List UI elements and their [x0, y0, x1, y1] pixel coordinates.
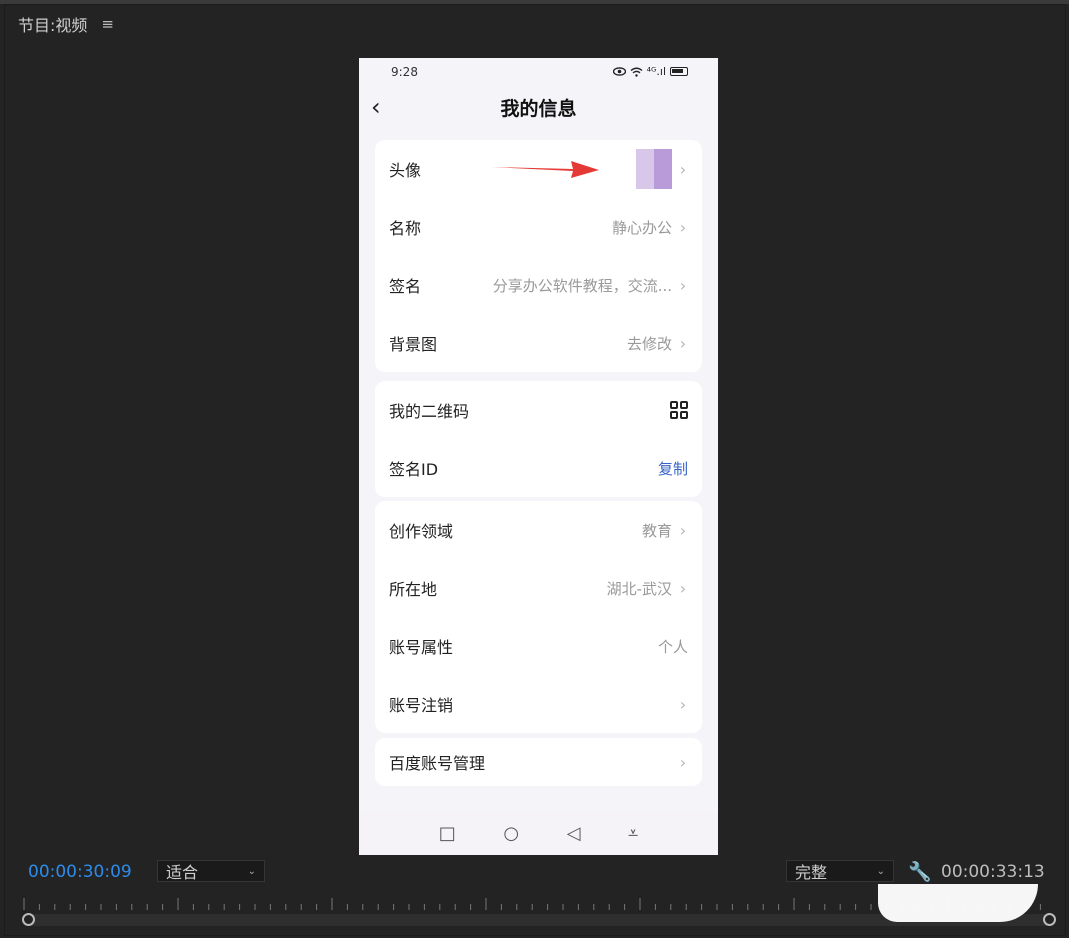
recent-apps-icon[interactable]: □ — [439, 823, 456, 844]
row-qrcode[interactable]: 我的二维码 — [375, 381, 702, 439]
page-title: 我的信息 — [500, 98, 577, 120]
row-location[interactable]: 所在地 湖北-武汉 › — [375, 559, 702, 617]
wifi-icon — [630, 67, 643, 77]
quality-dropdown[interactable]: 完整 ⌄ — [786, 860, 894, 882]
phone-screen: 9:28 ⁴ᴳ.ıl ‹ 我的信息 头像 › 名称 静心办公 › 签名 分享办公软… — [359, 58, 718, 855]
baidu-card: 百度账号管理 › — [375, 738, 702, 786]
row-background[interactable]: 背景图 去修改 › — [375, 314, 702, 372]
scroll-handle-right[interactable] — [1043, 913, 1056, 926]
chevron-down-icon: ⌄ — [247, 865, 256, 877]
chevron-right-icon: › — [679, 217, 687, 237]
row-value: 个人 — [657, 637, 688, 656]
row-value: 教育 — [641, 521, 672, 540]
battery-icon — [670, 67, 688, 76]
wrench-icon[interactable]: 🔧 — [908, 860, 932, 883]
scroll-handle-left[interactable] — [22, 913, 35, 926]
row-value: 分享办公软件教程，交流... — [492, 276, 672, 295]
chevron-right-icon: › — [679, 578, 687, 598]
avatar[interactable] — [636, 149, 672, 189]
row-account-type: 账号属性 个人 — [389, 637, 688, 658]
row-baidu-account[interactable]: 百度账号管理 › — [375, 738, 702, 786]
current-timecode[interactable]: 00:00:30:09 — [28, 862, 132, 882]
signal-icon: ⁴ᴳ.ıl — [646, 65, 666, 78]
chevron-right-icon: › — [679, 520, 687, 540]
menu-icon[interactable]: ⩡ — [628, 823, 638, 844]
profile-card: 头像 › 名称 静心办公 › 签名 分享办公软件教程，交流... › 背景图 去修改… — [375, 140, 702, 372]
row-signature[interactable]: 签名 分享办公软件教程，交流... › — [375, 256, 702, 314]
status-time: 9:28 — [391, 64, 418, 79]
row-signature-id[interactable]: 签名ID 复制 — [375, 439, 702, 497]
status-bar: 9:28 ⁴ᴳ.ıl — [359, 58, 718, 85]
back-triangle-icon[interactable]: ◁ — [567, 823, 581, 844]
panel-menu-icon[interactable]: ≡ — [101, 15, 114, 33]
row-name[interactable]: 名称 静心办公 › — [375, 198, 702, 256]
qr-card: 我的二维码 签名ID 复制 — [375, 381, 702, 497]
copy-button[interactable]: 复制 — [658, 458, 688, 479]
panel-header: 节目:视频 ≡ — [18, 12, 114, 36]
red-arrow-annotation — [491, 161, 599, 178]
row-value: 静心办公 — [611, 218, 672, 237]
status-icons: ⁴ᴳ.ıl — [612, 65, 688, 78]
chevron-down-icon: ⌄ — [876, 865, 885, 877]
chevron-right-icon: › — [679, 752, 687, 772]
row-value: 湖北-武汉 — [606, 579, 672, 598]
row-label: 头像 — [389, 161, 422, 180]
account-card: 创作领域 教育 › 所在地 湖北-武汉 › 账号属性 个人 账号注销 › — [375, 501, 702, 733]
chevron-right-icon: › — [679, 159, 687, 179]
fit-dropdown[interactable]: 适合 ⌄ — [157, 860, 265, 882]
row-account-cancel[interactable]: 账号注销 › — [375, 675, 702, 733]
back-button[interactable]: ‹ — [371, 93, 381, 121]
eye-icon — [612, 67, 626, 76]
chevron-right-icon: › — [679, 333, 687, 353]
panel-title: 节目:视频 — [18, 16, 88, 35]
total-timecode: 00:00:33:13 — [941, 862, 1045, 882]
qr-code-icon[interactable] — [670, 401, 688, 419]
row-value: 去修改 — [626, 334, 672, 353]
nav-bar: ‹ 我的信息 — [359, 85, 718, 130]
chevron-right-icon: › — [679, 275, 687, 295]
chevron-right-icon: › — [679, 694, 687, 714]
home-icon[interactable]: ○ — [503, 823, 519, 844]
white-overlay — [878, 884, 1038, 922]
system-nav-bar: □ ○ ◁ ⩡ — [359, 812, 718, 855]
row-avatar[interactable]: 头像 › — [375, 140, 702, 198]
row-field[interactable]: 创作领域 教育 › — [375, 501, 702, 559]
